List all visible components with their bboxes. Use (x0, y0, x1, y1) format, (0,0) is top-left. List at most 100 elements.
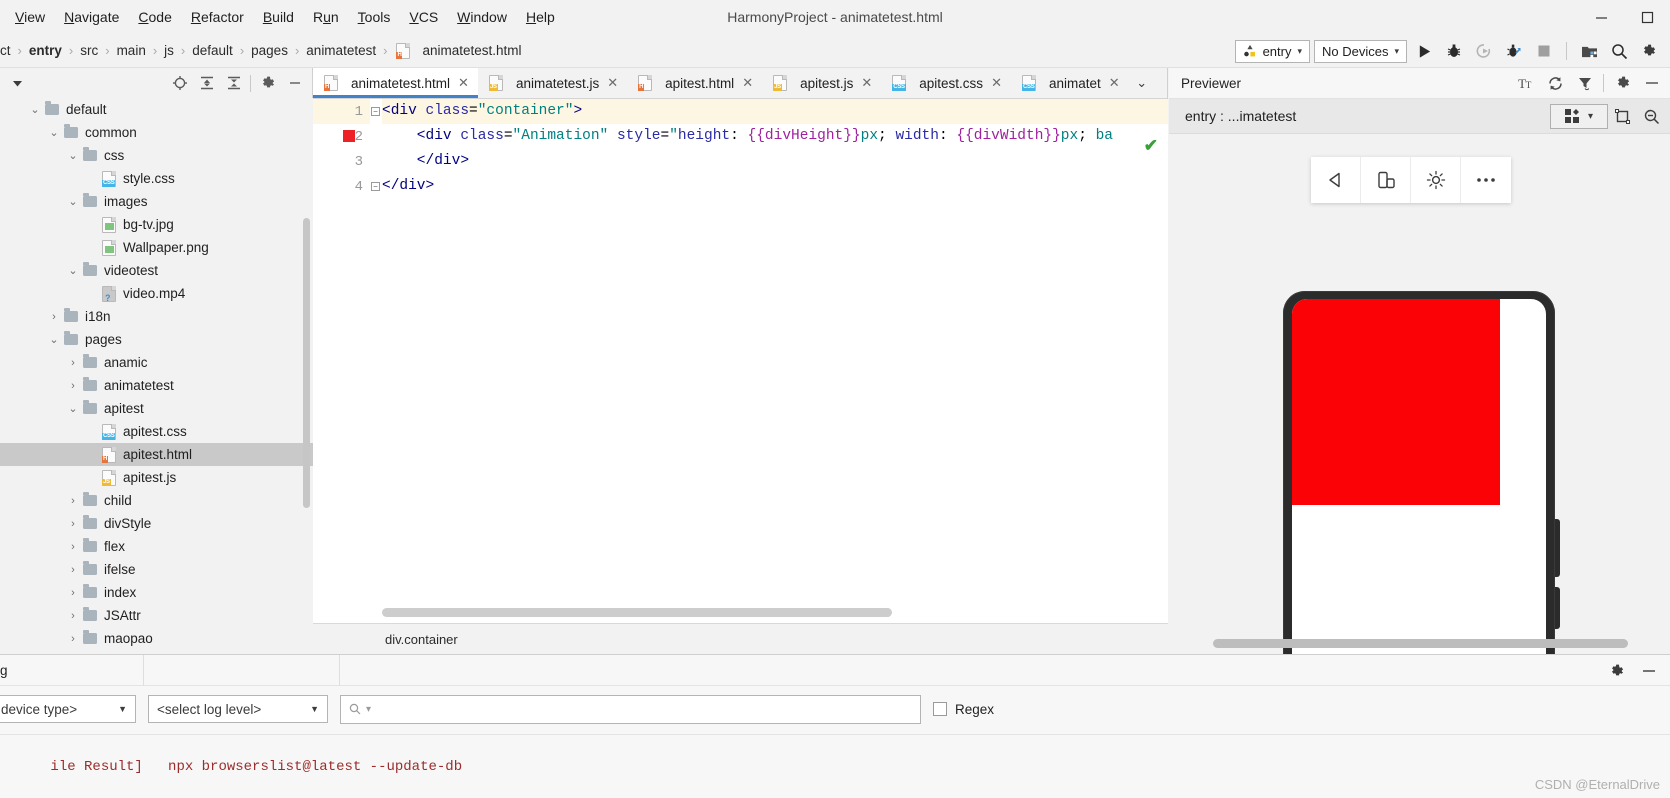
log-search-input[interactable]: ▾ (340, 694, 921, 724)
breadcrumb-item-main[interactable]: main (117, 43, 146, 58)
tree-node-bg-tv-jpg[interactable]: ›bg-tv.jpg (0, 213, 313, 236)
gutter-line-3[interactable]: 3 (313, 149, 370, 174)
hide-panel-icon[interactable] (281, 70, 308, 96)
tree-node-index[interactable]: › index (0, 581, 313, 604)
run-icon[interactable] (1411, 38, 1437, 64)
chevron-down-icon[interactable]: ⌄ (65, 402, 81, 415)
maximize-button[interactable] (1624, 0, 1670, 34)
breadcrumb-item-animatetest-html[interactable]: Hanimatetest.html (394, 42, 521, 59)
code-line-3[interactable]: </div> (382, 149, 1168, 174)
chevron-right-icon[interactable]: › (65, 518, 81, 530)
tree-node-apitest[interactable]: ⌄ apitest (0, 397, 313, 420)
chevron-right-icon[interactable]: › (65, 610, 81, 622)
breadcrumb-item-animatetest[interactable]: animatetest (306, 43, 376, 58)
chevron-right-icon[interactable]: › (46, 311, 62, 323)
minimize-icon[interactable] (1637, 70, 1666, 96)
editor-tab-apitest-css[interactable]: CSS apitest.css ✕ (881, 68, 1011, 98)
filter-icon[interactable] (1570, 70, 1599, 96)
tree-node-flex[interactable]: › flex (0, 535, 313, 558)
close-icon[interactable]: ✕ (861, 75, 872, 91)
menu-item-code[interactable]: Code (129, 6, 180, 28)
menu-item-help[interactable]: Help (517, 6, 564, 28)
layout-mode-selector[interactable]: ▾ (1550, 103, 1608, 129)
editor-tabs-overflow-icon[interactable]: ⌄ (1128, 68, 1155, 98)
code-line-4[interactable]: </div> (382, 174, 1168, 199)
minimize-button[interactable] (1578, 0, 1624, 34)
chevron-down-icon[interactable]: ⌄ (46, 333, 62, 346)
project-tree[interactable]: ⌄ default ⌄ common ⌄ css › CSS style.css ⌄ images ›… (0, 98, 313, 654)
editor-tab-animatet[interactable]: CSS animatet ✕ (1010, 68, 1129, 98)
menu-item-navigate[interactable]: Navigate (55, 6, 128, 28)
gear-icon[interactable] (1604, 658, 1630, 684)
search-everywhere-icon[interactable] (1606, 38, 1632, 64)
device-type-select[interactable]: device type> ▼ (0, 695, 136, 723)
back-icon[interactable] (1311, 157, 1361, 203)
breadcrumb-item-default[interactable]: default (192, 43, 233, 58)
code-line-2[interactable]: <div class="Animation" style="height: {{… (382, 124, 1168, 149)
regex-checkbox[interactable] (933, 702, 947, 716)
log-level-select[interactable]: <select log level> ▼ (148, 695, 328, 723)
gutter-line-2[interactable]: 2 (313, 124, 370, 149)
chevron-right-icon[interactable]: › (65, 564, 81, 576)
menu-item-window[interactable]: Window (448, 6, 516, 28)
chevron-down-icon[interactable]: ⌄ (27, 103, 43, 116)
close-icon[interactable]: ✕ (458, 75, 469, 91)
code-editor[interactable]: 1234 − − <div class="container"> <div cl… (313, 99, 1168, 623)
device-selector[interactable]: No Devices ▾ (1314, 39, 1407, 63)
tree-scrollbar[interactable] (303, 218, 310, 508)
collapse-caret-icon[interactable] (4, 70, 30, 96)
chevron-right-icon[interactable]: › (65, 380, 81, 392)
tree-node-images[interactable]: ⌄ images (0, 190, 313, 213)
gutter-line-4[interactable]: 4 (313, 174, 370, 199)
close-icon[interactable]: ✕ (607, 75, 618, 91)
chevron-down-icon[interactable]: ⌄ (46, 126, 62, 139)
brightness-icon[interactable] (1411, 157, 1461, 203)
console-tab-label[interactable]: g (0, 663, 8, 678)
menu-item-run[interactable]: Run (304, 6, 348, 28)
breadcrumb-item-js[interactable]: js (164, 43, 174, 58)
chevron-right-icon[interactable]: › (65, 541, 81, 553)
stop-icon[interactable] (1531, 38, 1557, 64)
inspection-ok-icon[interactable]: ✔ (1144, 136, 1158, 156)
tree-node-common[interactable]: ⌄ common (0, 121, 313, 144)
chevron-right-icon[interactable]: › (65, 633, 81, 645)
tree-node-ifelse[interactable]: › ifelse (0, 558, 313, 581)
menu-item-tools[interactable]: Tools (349, 6, 400, 28)
menu-item-refactor[interactable]: Refactor (182, 6, 253, 28)
menu-item-view[interactable]: View (6, 6, 54, 28)
tree-node-maopao[interactable]: › maopao (0, 627, 313, 650)
tree-node-apitest-js[interactable]: ›JSapitest.js (0, 466, 313, 489)
tree-node-default[interactable]: ⌄ default (0, 98, 313, 121)
debug-icon[interactable] (1441, 38, 1467, 64)
close-icon[interactable]: ✕ (1109, 75, 1120, 91)
tree-node-animatetest[interactable]: › animatetest (0, 374, 313, 397)
editor-horizontal-scrollbar[interactable] (382, 608, 892, 617)
tree-node-apitest-html[interactable]: ›Hapitest.html (0, 443, 313, 466)
gear-icon[interactable] (254, 70, 281, 96)
menu-item-vcs[interactable]: VCS (400, 6, 447, 28)
zoom-out-icon[interactable] (1637, 103, 1666, 129)
chevron-down-icon[interactable]: ⌄ (65, 149, 81, 162)
gutter-line-1[interactable]: 1 (313, 99, 370, 124)
project-structure-icon[interactable] (1576, 38, 1602, 64)
profile-icon[interactable] (1501, 38, 1527, 64)
fold-marker[interactable]: − (371, 107, 380, 116)
close-icon[interactable]: ✕ (991, 75, 1002, 91)
expand-all-icon[interactable] (193, 70, 220, 96)
regex-option[interactable]: Regex (933, 702, 994, 717)
tree-node-apitest-css[interactable]: ›CSSapitest.css (0, 420, 313, 443)
chevron-down-icon[interactable]: ⌄ (65, 195, 81, 208)
frame-icon[interactable] (1608, 103, 1637, 129)
code-folding-column[interactable]: − − (370, 99, 382, 623)
collapse-all-icon[interactable] (220, 70, 247, 96)
minimize-icon[interactable] (1636, 658, 1662, 684)
locate-file-icon[interactable] (166, 70, 193, 96)
editor-tab-animatetest-js[interactable]: JS animatetest.js ✕ (477, 68, 628, 98)
editor-tab-apitest-html[interactable]: Hapitest.html ✕ (627, 68, 763, 98)
breadcrumb-item-pages[interactable]: pages (251, 43, 288, 58)
code-line-1[interactable]: <div class="container"> (382, 99, 1168, 124)
breadcrumb-item-entry[interactable]: entry (29, 43, 62, 58)
chevron-right-icon[interactable]: › (65, 357, 81, 369)
breakpoint-marker[interactable] (343, 130, 355, 142)
tree-node-style-css[interactable]: ›CSSstyle.css (0, 167, 313, 190)
